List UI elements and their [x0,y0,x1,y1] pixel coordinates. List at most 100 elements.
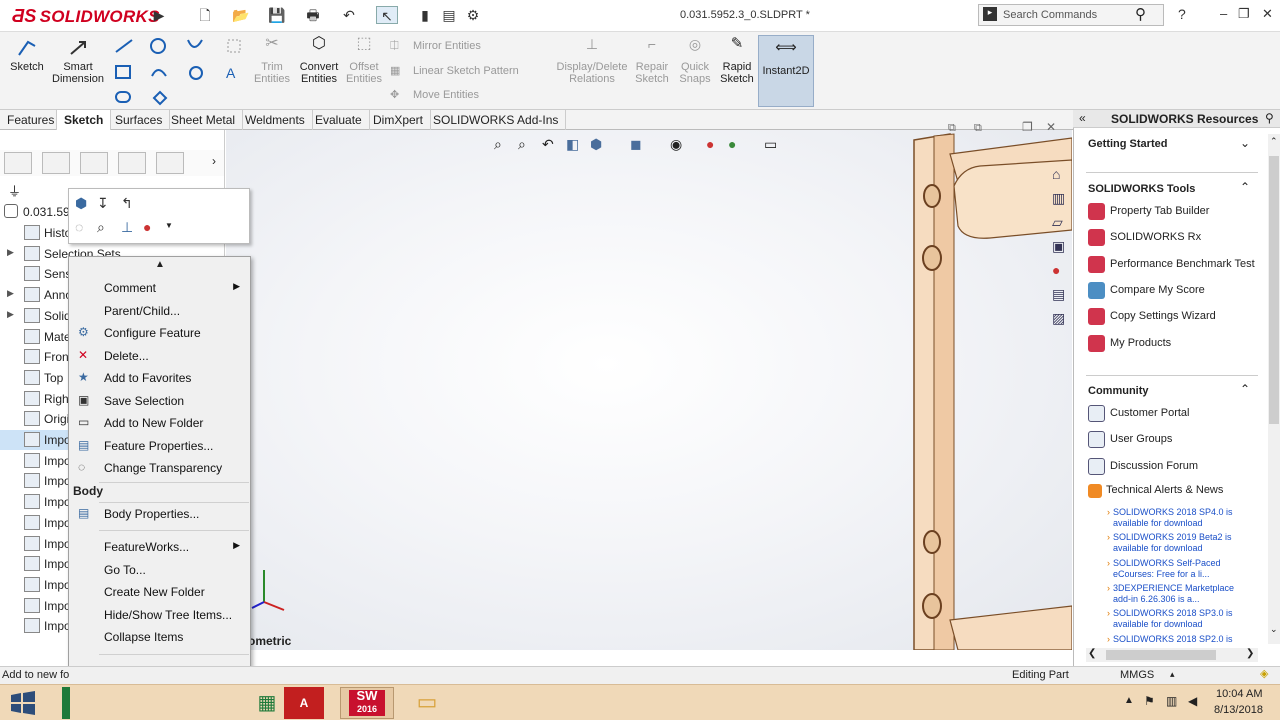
hide-icon[interactable]: ◌ [75,219,83,235]
print-icon[interactable]: 🖶 [302,6,324,24]
menu-item[interactable]: ✕ Delete... [69,345,250,367]
solidworks-tools-header[interactable]: SOLIDWORKS Tools [1088,183,1195,195]
menu-item[interactable]: ▣ Save Selection [69,390,250,412]
news-link[interactable]: SOLIDWORKS Self-Paced eCourses: Free for… [1107,558,1253,580]
appearance-dropdown-icon[interactable]: ▼ [165,221,173,230]
expand-icon[interactable]: ▶ [7,247,14,258]
file-properties-icon[interactable]: ▤ [438,6,460,24]
menu-item[interactable]: ◌ Change Transparency [69,457,250,479]
restore-icon[interactable]: ❐ [1238,6,1250,22]
normal-to-icon[interactable]: ⊥ [121,219,133,236]
file-explorer-icon[interactable]: ▱ [1052,214,1063,231]
property-manager-tab[interactable] [42,152,70,174]
tab-weldments[interactable]: Weldments [238,110,313,130]
filter-icon[interactable]: ⏚ [8,181,21,200]
tray-expand-icon[interactable]: ▲ [1124,695,1134,706]
view-orientation-icon[interactable]: ⬢ [590,136,602,153]
collapse-pane-icon[interactable]: « [1079,111,1086,125]
graphics-viewport[interactable]: ⌕ ⌕ ↶ ◧ ⬢ ◼ ◉ ● ● ▭ ⧉ ⧉ ❐ ✕ ⌂ ▥ ▱ ▣ ● ▤ … [226,120,1072,650]
linear-pattern-button[interactable]: Linear Sketch Pattern [413,65,519,77]
pin-icon[interactable]: ⚲ [1265,111,1274,125]
menu-item[interactable]: ⚙ Configure Feature [69,322,250,344]
news-link[interactable]: SOLIDWORKS 2018 SP4.0 is available for d… [1107,507,1253,529]
sketch-button[interactable]: Sketch [6,36,48,73]
minimize-icon[interactable]: ‒ [1220,6,1227,21]
sketch-entities-grid[interactable]: A [112,36,246,106]
previous-view-icon[interactable]: ↶ [542,136,554,153]
rollback-icon[interactable]: ↧ [97,195,109,212]
windows-start-icon[interactable] [10,691,36,715]
configuration-manager-tab[interactable] [80,152,108,174]
tab-features[interactable]: Features [0,110,63,130]
trim-entities-button[interactable]: ✂ Trim Entities [252,36,292,86]
tab-surfaces[interactable]: Surfaces [108,110,171,130]
tab-dimxpert[interactable]: DimXpert [366,110,432,130]
clock-time[interactable]: 10:04 AM [1216,688,1262,700]
task-pane-hscrollbar[interactable]: ❮ ❯ [1086,648,1258,662]
move-entities-button[interactable]: Move Entities [413,89,479,101]
scroll-up-icon[interactable]: ⌃ [1270,136,1278,147]
tab-solidworks-add-ins[interactable]: SOLIDWORKS Add-Ins [426,110,567,130]
excel-taskbar-icon[interactable] [62,687,70,719]
tab-sketch[interactable]: Sketch [56,110,112,130]
scroll-right-icon[interactable]: ❯ [1246,648,1254,659]
smart-dimension-button[interactable]: Smart Dimension [50,36,106,85]
expand-menu-icon[interactable]: ▶ [148,6,170,24]
section-view-icon[interactable]: ◧ [566,136,579,153]
rapid-sketch-button[interactable]: ✎ Rapid Sketch [718,36,756,85]
help-icon[interactable]: ? [1178,6,1186,22]
community-header[interactable]: Community [1088,385,1149,397]
menu-item[interactable]: FeatureWorks... ▶ [69,536,250,558]
volume-icon[interactable]: ◀ [1188,694,1197,708]
appearance-icon[interactable]: ● [143,219,151,235]
menu-item[interactable]: Create New Folder [69,581,250,603]
tab-evaluate[interactable]: Evaluate [308,110,370,130]
menu-item[interactable]: ▭ Add to New Folder [69,412,250,434]
chevron-down-icon[interactable]: ⌄ [1240,136,1250,150]
rebuild-icon[interactable]: ▮ [414,6,436,24]
custom-properties-icon[interactable]: ▤ [1052,286,1065,303]
menu-item[interactable]: Parent/Child... [69,300,250,322]
edit-appearance-icon[interactable]: ● [706,136,714,152]
feature-tree-tab[interactable] [4,152,32,174]
repair-sketch-button[interactable]: ⌐ Repair Sketch [632,36,672,85]
scroll-down-icon[interactable]: ⌄ [1270,624,1278,635]
home-icon[interactable]: ⌂ [1052,166,1060,182]
view-palette-icon[interactable]: ▣ [1052,238,1065,255]
display-manager-tab[interactable] [156,152,184,174]
mirror-entities-button[interactable]: Mirror Entities [413,40,481,52]
scroll-left-icon[interactable]: ❮ [1088,648,1096,659]
news-link[interactable]: SOLIDWORKS 2018 SP2.0 is [1107,634,1253,645]
menu-item[interactable]: Hide/Show Tree Items... [69,604,250,626]
chevron-up-icon[interactable]: ⌃ [1240,180,1250,194]
menu-item[interactable]: Go To... [69,559,250,581]
units-dropdown-icon[interactable]: ▴ [1170,669,1175,680]
menu-item[interactable]: Collapse Items [69,626,250,648]
file-explorer-taskbar-icon[interactable]: ▭ [404,687,450,719]
rebuild-tag-icon[interactable]: ◈ [1260,667,1268,680]
display-delete-relations-button[interactable]: ⊥ Display/Delete Relations [556,36,628,85]
offset-entities-button[interactable]: ⬚ Offset Entities [344,36,384,86]
menu-item[interactable]: ★ Add to Favorites [69,367,250,389]
chevron-right-icon[interactable]: › [212,154,216,168]
expand-icon[interactable]: ▶ [7,309,14,320]
display-style-icon[interactable]: ◼ [630,136,642,153]
instant2d-button[interactable]: ⟺ Instant2D [758,35,814,107]
view-settings-icon[interactable]: ▭ [764,136,777,153]
tab-sheet-metal[interactable]: Sheet Metal [164,110,244,130]
forum-icon[interactable]: ▨ [1052,310,1065,327]
network-icon[interactable]: ▥ [1166,694,1177,708]
task-pane-scrollbar[interactable]: ⌃ ⌄ [1268,134,1280,644]
select-icon[interactable]: ↖ [376,6,398,24]
units-selector[interactable]: MMGS [1120,669,1154,681]
design-library-icon[interactable]: ▥ [1052,190,1065,207]
expand-icon[interactable]: ▶ [7,288,14,299]
heads-up-view-toolbar[interactable]: ⌕ ⌕ ↶ ◧ ⬢ ◼ ◉ ● ● ▭ [494,136,804,156]
search-commands-input[interactable]: ▸ Search Commands ⚲ [978,4,1164,26]
hscrollbar-thumb[interactable] [1106,650,1216,660]
chevron-up-icon[interactable]: ⌃ [1240,382,1250,396]
apply-scene-icon[interactable]: ● [728,136,736,152]
back-icon[interactable]: ↰ [121,195,133,212]
flag-icon[interactable]: ⚑ [1144,694,1155,708]
search-icon[interactable]: ⚲ [1135,5,1146,23]
